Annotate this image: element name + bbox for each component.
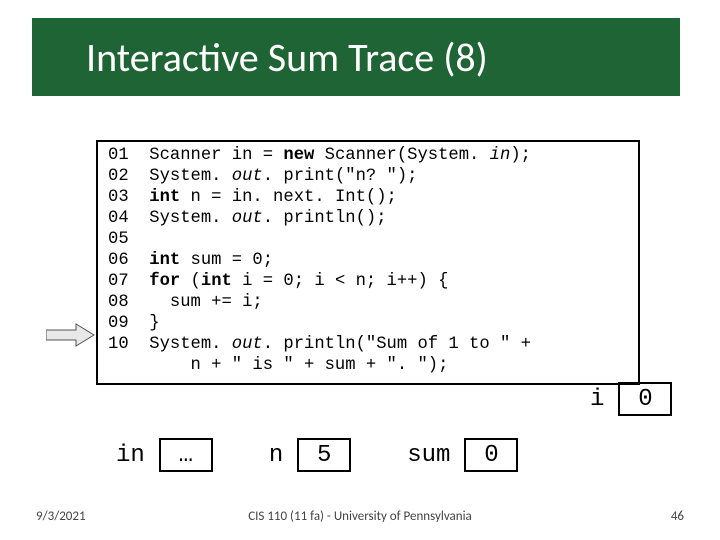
code-line: 10 System. out. println("Sum of 1 to " +: [108, 335, 628, 356]
code-line: 02 System. out. print("n? ");: [108, 167, 628, 188]
code-line: 03 int n = in. next. Int();: [108, 188, 628, 209]
var-row: in … n 5 sum 0: [112, 438, 518, 472]
footer-course: CIS 110 (11 fa) - University of Pennsylv…: [0, 509, 720, 524]
var-label-i: i: [586, 386, 608, 413]
code-line: 04 System. out. println();: [108, 209, 628, 230]
var-i: i 0: [586, 382, 672, 416]
code-line: 05: [108, 230, 628, 251]
code-line: 01 Scanner in = new Scanner(System. in);: [108, 146, 628, 167]
code-line: 07 for (int i = 0; i < n; i++) {: [108, 272, 628, 293]
var-cell-n: 5: [297, 438, 351, 472]
code-box: 01 Scanner in = new Scanner(System. in);…: [96, 140, 640, 385]
footer-page-number: 46: [671, 509, 684, 524]
var-label-sum: sum: [403, 442, 454, 469]
title-underline: [32, 96, 120, 100]
code-line: 09 }: [108, 314, 628, 335]
slide-title: Interactive Sum Trace (8): [86, 33, 488, 82]
slide: Interactive Sum Trace (8) 01 Scanner in …: [0, 0, 720, 540]
var-cell-sum: 0: [464, 438, 518, 472]
var-cell-i: 0: [618, 382, 672, 416]
execution-arrow-icon: [46, 322, 96, 348]
code-line: n + " is " + sum + ". ");: [108, 356, 628, 377]
title-band: Interactive Sum Trace (8): [32, 18, 680, 96]
var-label-n: n: [265, 442, 287, 469]
code-line: 08 sum += i;: [108, 293, 628, 314]
var-cell-in: …: [159, 438, 213, 472]
var-label-in: in: [112, 442, 149, 469]
code-line: 06 int sum = 0;: [108, 251, 628, 272]
